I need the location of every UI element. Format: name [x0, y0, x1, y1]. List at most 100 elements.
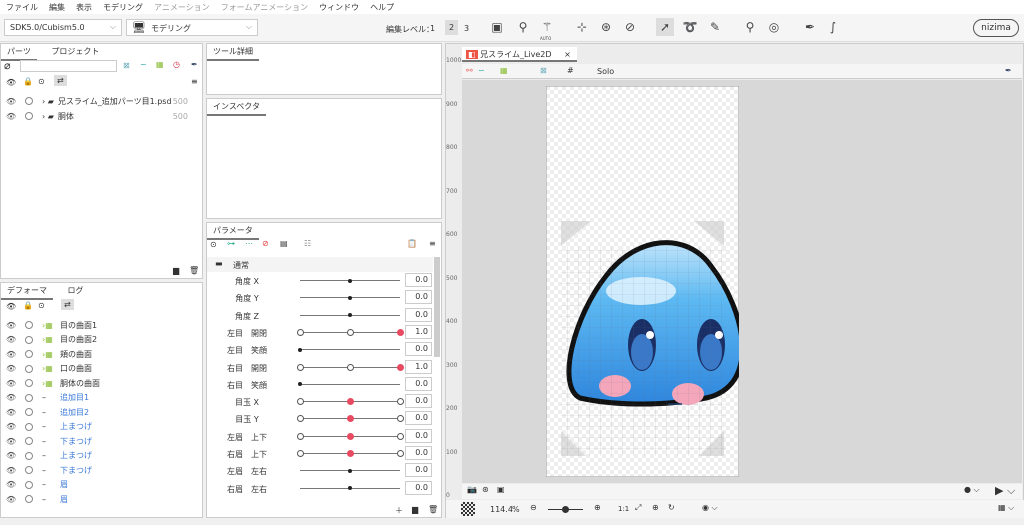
- parameter-value-input[interactable]: 0.0: [405, 273, 432, 287]
- param-group[interactable]: ▬ 通常: [207, 257, 433, 272]
- slider-knob[interactable]: [348, 313, 352, 318]
- key-point[interactable]: [347, 328, 354, 336]
- menu-item[interactable]: ファイル: [6, 2, 38, 13]
- parameter-slider[interactable]: [298, 382, 400, 387]
- key-point[interactable]: [397, 450, 404, 457]
- parts-icon[interactable]: ▣: [488, 18, 506, 36]
- play-button[interactable]: ▶ ⌵: [995, 484, 1015, 498]
- curve-icon[interactable]: ∫: [824, 18, 842, 36]
- part-row[interactable]: 👁 › ▰ 兄スライム_追加パーツ目1.psd 500: [1, 94, 196, 109]
- display-toggle-icon[interactable]: ◉ ⌵: [702, 503, 718, 513]
- parameter-row[interactable]: 左眉 左右 0.0: [207, 462, 435, 479]
- select-circle[interactable]: [25, 335, 33, 344]
- deformer-row[interactable]: 👁 ›▦ 目の曲面2: [1, 333, 196, 348]
- export-image-icon[interactable]: ▣: [497, 485, 505, 494]
- collapse-icon[interactable]: ⊙: [210, 240, 217, 249]
- parameter-row[interactable]: 右眉 上下 0.0: [207, 445, 435, 462]
- remove-key-icon[interactable]: ⊘: [262, 239, 269, 248]
- parameter-row[interactable]: 目玉 Y 0.0: [207, 410, 435, 427]
- swap-icon[interactable]: ⇄: [61, 299, 74, 310]
- expand-circle-icon[interactable]: ⊙: [38, 301, 45, 310]
- key-point[interactable]: [297, 415, 304, 423]
- eye-icon[interactable]: 👁: [6, 379, 16, 388]
- menu-icon[interactable]: ≡: [191, 77, 198, 86]
- close-icon[interactable]: ×: [564, 50, 571, 59]
- key-point[interactable]: [297, 450, 304, 457]
- parameter-row[interactable]: 目玉 X 0.0: [207, 393, 435, 410]
- current-key-knob[interactable]: [347, 450, 354, 457]
- eye-icon[interactable]: 👁: [6, 97, 16, 106]
- record-icon[interactable]: ⊛: [482, 485, 489, 494]
- curve-filter-icon[interactable]: ∽: [140, 60, 147, 69]
- auto-mesh-icon[interactable]: ⚚ AUTO: [538, 18, 556, 41]
- parameter-slider[interactable]: [297, 363, 404, 371]
- eye-icon[interactable]: 👁: [6, 480, 16, 489]
- tab-log[interactable]: ログ: [62, 283, 90, 298]
- key-point[interactable]: [347, 363, 354, 371]
- key-point[interactable]: [297, 398, 304, 406]
- parameter-slider[interactable]: [300, 313, 400, 318]
- menu-icon[interactable]: ≡: [429, 239, 436, 248]
- deformer-row[interactable]: 👁 ›▦ 胴体の曲面: [1, 376, 196, 391]
- edit-level-2[interactable]: 2: [445, 20, 458, 35]
- arrow-select-icon[interactable]: ➚: [656, 18, 674, 36]
- background-toggle-icon[interactable]: [461, 502, 475, 516]
- mesh-filter-icon[interactable]: ⊠: [123, 61, 130, 70]
- rotation-filter-icon[interactable]: ◷: [173, 60, 180, 69]
- current-key-knob[interactable]: [347, 415, 354, 423]
- rotate-deformer-icon[interactable]: ◎: [765, 18, 783, 36]
- pen-icon[interactable]: ✒: [1005, 66, 1012, 75]
- select-circle[interactable]: [25, 364, 33, 373]
- eye-icon[interactable]: 👁: [6, 350, 16, 359]
- eye-icon[interactable]: 👁: [6, 364, 16, 373]
- parameter-row[interactable]: 角度 Y 0.0: [207, 289, 435, 306]
- eye-icon[interactable]: 👁: [6, 466, 16, 475]
- key-point[interactable]: [397, 432, 404, 440]
- eye-icon[interactable]: 👁: [6, 495, 16, 504]
- current-key-knob[interactable]: [347, 398, 354, 406]
- parameter-value-input[interactable]: 0.0: [405, 342, 432, 357]
- trash-icon[interactable]: 🗑: [428, 505, 438, 514]
- select-circle[interactable]: [25, 350, 33, 359]
- parameter-value-input[interactable]: 0.0: [405, 394, 432, 409]
- select-circle[interactable]: [25, 422, 33, 431]
- zoom-in-icon[interactable]: ⊕: [594, 503, 601, 512]
- edit-level-1[interactable]: 1: [430, 24, 435, 33]
- brush-icon[interactable]: ✎: [706, 18, 724, 36]
- eye-icon[interactable]: 👁: [6, 393, 16, 402]
- parameter-slider[interactable]: [297, 398, 404, 406]
- deformer-row[interactable]: 👁 – 追加目2: [1, 405, 196, 420]
- zoom-out-icon[interactable]: ⊖: [530, 503, 537, 512]
- parameter-slider[interactable]: [298, 347, 400, 352]
- paste-icon[interactable]: 📋: [407, 239, 417, 248]
- key-point[interactable]: [397, 415, 404, 423]
- parameter-row[interactable]: 右目 笑顔 0.0: [207, 376, 435, 393]
- add-key-icon[interactable]: ⊶: [227, 239, 235, 248]
- menu-item[interactable]: モデリング: [103, 2, 143, 13]
- select-circle[interactable]: [25, 437, 33, 446]
- new-folder-icon[interactable]: ▆: [412, 505, 418, 514]
- parameter-row[interactable]: 右目 開閉 1.0: [207, 359, 435, 376]
- eye-icon[interactable]: 👁: [6, 302, 16, 311]
- reset-view-icon[interactable]: ↻: [668, 503, 675, 512]
- sdk-select[interactable]: SDK5.0/Cubism5.0 ⌵: [4, 19, 122, 36]
- add-keys-icon[interactable]: ⋯: [245, 239, 253, 248]
- select-circle[interactable]: [25, 466, 33, 475]
- eye-icon[interactable]: 👁: [6, 112, 16, 121]
- parameter-slider[interactable]: [300, 486, 400, 491]
- center-icon[interactable]: ⊕: [652, 503, 659, 512]
- part-row[interactable]: 👁 › ▰ 胴体 500: [1, 109, 196, 124]
- layout-dropdown-icon[interactable]: ▦ ⌵: [998, 503, 1014, 513]
- table-icon[interactable]: ▤: [280, 239, 288, 248]
- select-circle[interactable]: [25, 408, 33, 417]
- grid-icon[interactable]: #: [567, 66, 574, 75]
- parameter-row[interactable]: 左目 開閉 1.0: [207, 324, 435, 341]
- parameter-value-input[interactable]: 0.0: [405, 480, 432, 495]
- parameter-value-input[interactable]: 0.0: [405, 376, 432, 391]
- pen-filter-icon[interactable]: ✒: [191, 60, 198, 69]
- parameter-value-input[interactable]: 0.0: [405, 428, 432, 443]
- parts-search-input[interactable]: [20, 60, 117, 72]
- select-circle[interactable]: [25, 451, 33, 460]
- parameter-row[interactable]: 左目 笑顔 0.0: [207, 341, 435, 358]
- lock-icon[interactable]: 🔒: [23, 77, 33, 86]
